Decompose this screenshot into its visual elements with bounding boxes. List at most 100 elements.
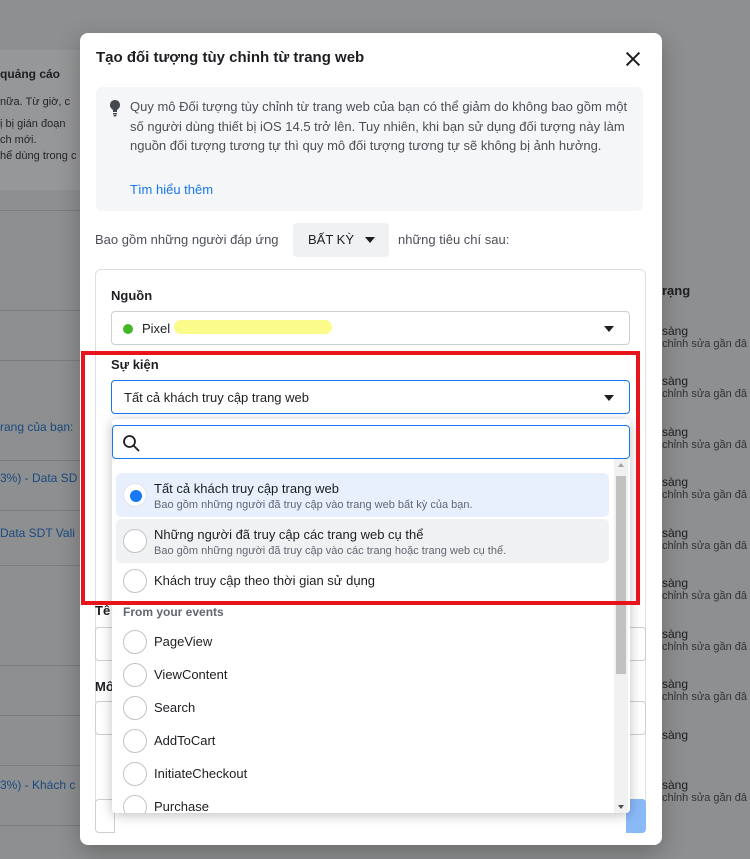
events-group-heading: From your events <box>123 605 224 619</box>
status-text: sàng <box>662 576 689 590</box>
event-option-label: Purchase <box>154 799 209 813</box>
background-status-cell: sàng chỉnh sửa gần đâ <box>662 627 750 653</box>
status-text: sàng <box>662 374 689 388</box>
status-text: sàng <box>662 778 689 792</box>
event-option-addtocart[interactable]: AddToCart <box>112 725 608 757</box>
background-status-cell: sàng chỉnh sửa gần đâ <box>662 778 750 804</box>
redacted-pixel-id <box>174 320 332 334</box>
caret-down-icon <box>365 237 375 243</box>
event-option-search[interactable]: Search <box>112 692 608 724</box>
divider <box>0 765 82 766</box>
event-option-initiatecheckout[interactable]: InitiateCheckout <box>112 758 608 790</box>
caret-down-icon <box>604 326 614 332</box>
background-audience-link[interactable]: 3%) - Data SD <box>0 471 77 485</box>
event-select[interactable]: Tất cả khách truy cập trang web <box>111 380 630 414</box>
option-title: Tất cả khách truy cập trang web <box>154 481 339 496</box>
scroll-thumb[interactable] <box>616 476 626 674</box>
event-search-input[interactable] <box>147 430 617 454</box>
event-option-viewcontent[interactable]: ViewContent <box>112 659 608 691</box>
dialog-title: Tạo đối tượng tùy chỉnh từ trang web <box>96 49 365 66</box>
status-note: chỉnh sửa gần đâ <box>662 439 748 451</box>
pixel-name: Pixel <box>142 321 171 336</box>
include-prefix-text: Bao gồm những người đáp ứng <box>95 232 279 247</box>
match-any-dropdown[interactable]: BẤT KỲ <box>293 223 389 257</box>
event-option-label: InitiateCheckout <box>154 766 248 781</box>
background-status-cell: sàng chỉnh sửa gần đâ <box>662 324 750 350</box>
divider <box>0 210 82 211</box>
option-description: Bao gồm những người đã truy cập vào các … <box>154 545 507 557</box>
divider <box>0 310 82 311</box>
status-text: sàng <box>662 627 689 641</box>
background-notice-line: ch mới. <box>0 134 37 146</box>
close-icon[interactable] <box>620 46 646 72</box>
caret-down-icon <box>604 395 614 401</box>
radio-icon[interactable] <box>123 729 147 753</box>
divider <box>0 460 82 461</box>
option-all-website-visitors[interactable]: Tất cả khách truy cập trang web Bao gồm … <box>116 473 609 517</box>
source-pixel-select[interactable]: Pixel <box>111 311 630 345</box>
event-option-purchase[interactable]: Purchase <box>112 791 608 813</box>
divider <box>0 565 82 566</box>
description-label: Mô <box>95 679 114 694</box>
status-note: chỉnh sửa gần đâ <box>662 590 748 602</box>
status-note: chỉnh sửa gần đâ <box>662 792 748 804</box>
background-audience-link[interactable]: 3%) - Khách c <box>0 778 75 792</box>
background-notice-line: nữa. Từ giờ, c <box>0 96 71 108</box>
option-title: Khách truy cập theo thời gian sử dụng <box>154 573 376 588</box>
divider <box>0 715 82 716</box>
status-text: sàng <box>662 677 689 691</box>
event-option-label: AddToCart <box>154 733 216 748</box>
search-icon <box>123 435 140 452</box>
audience-name-label: Tê <box>95 603 111 618</box>
pixel-status-dot <box>123 324 133 334</box>
background-status-cell: sàng <box>662 728 750 742</box>
background-notice-line: hể dùng trong c <box>0 150 77 162</box>
background-status-cell: sàng chỉnh sửa gần đâ <box>662 475 750 501</box>
status-note: chỉnh sửa gần đâ <box>662 489 748 501</box>
status-text: sàng <box>662 526 689 540</box>
scroll-down-arrow-icon[interactable] <box>618 805 624 809</box>
radio-selected-icon[interactable] <box>123 483 147 507</box>
option-specific-pages-visitors[interactable]: Những người đã truy cập các trang web cụ… <box>116 519 609 563</box>
ios-notice-box: Quy mô Đối tượng tùy chỉnh từ trang web … <box>96 87 643 211</box>
scroll-up-arrow-icon[interactable] <box>618 463 624 467</box>
background-column-header: rạng <box>662 283 691 298</box>
option-description: Bao gồm những người đã truy cập vào tran… <box>154 499 473 511</box>
radio-icon[interactable] <box>123 696 147 720</box>
divider <box>0 825 82 826</box>
option-title: Những người đã truy cập các trang web cụ… <box>154 527 424 542</box>
background-status-cell: sàng chỉnh sửa gần đâ <box>662 576 750 602</box>
include-suffix-text: những tiêu chí sau: <box>398 232 510 247</box>
background-audience-link[interactable]: rang của bạn: <box>0 420 73 434</box>
background-status-cell: sàng chỉnh sửa gần đâ <box>662 677 750 703</box>
radio-icon[interactable] <box>123 795 147 813</box>
status-text: sàng <box>662 475 689 489</box>
background-notice-line: ị bị gián đoạn <box>0 118 66 130</box>
ios-notice-text: Quy mô Đối tượng tùy chỉnh từ trang web … <box>130 99 628 153</box>
divider <box>0 510 82 511</box>
status-note: chỉnh sửa gần đâ <box>662 540 748 552</box>
radio-icon[interactable] <box>123 529 147 553</box>
divider <box>0 360 82 361</box>
radio-icon[interactable] <box>123 663 147 687</box>
radio-icon[interactable] <box>123 630 147 654</box>
status-note: chỉnh sửa gần đâ <box>662 691 748 703</box>
status-text: sàng <box>662 324 689 338</box>
status-note: chỉnh sửa gần đâ <box>662 338 748 350</box>
status-note: chỉnh sửa gần đâ <box>662 388 748 400</box>
background-status-cell: sàng chỉnh sửa gần đâ <box>662 526 750 552</box>
lightbulb-icon <box>110 100 120 117</box>
event-option-pageview[interactable]: PageView <box>112 626 608 658</box>
event-option-label: Search <box>154 700 196 715</box>
dropdown-scrollbar[interactable] <box>614 459 628 813</box>
background-audience-link[interactable]: Data SDT Vali <box>0 526 75 540</box>
radio-icon[interactable] <box>123 569 147 593</box>
background-status-cell: sàng chỉnh sửa gần đâ <box>662 374 750 400</box>
match-any-label: BẤT KỲ <box>308 232 355 247</box>
radio-icon[interactable] <box>123 762 147 786</box>
option-visitors-by-time-spent[interactable]: Khách truy cập theo thời gian sử dụng <box>116 565 609 597</box>
background-status-cell: sàng chỉnh sửa gần đâ <box>662 425 750 451</box>
status-note: chỉnh sửa gần đâ <box>662 641 748 653</box>
learn-more-link[interactable]: Tìm hiểu thêm <box>130 182 213 197</box>
event-search-box[interactable] <box>112 425 630 459</box>
